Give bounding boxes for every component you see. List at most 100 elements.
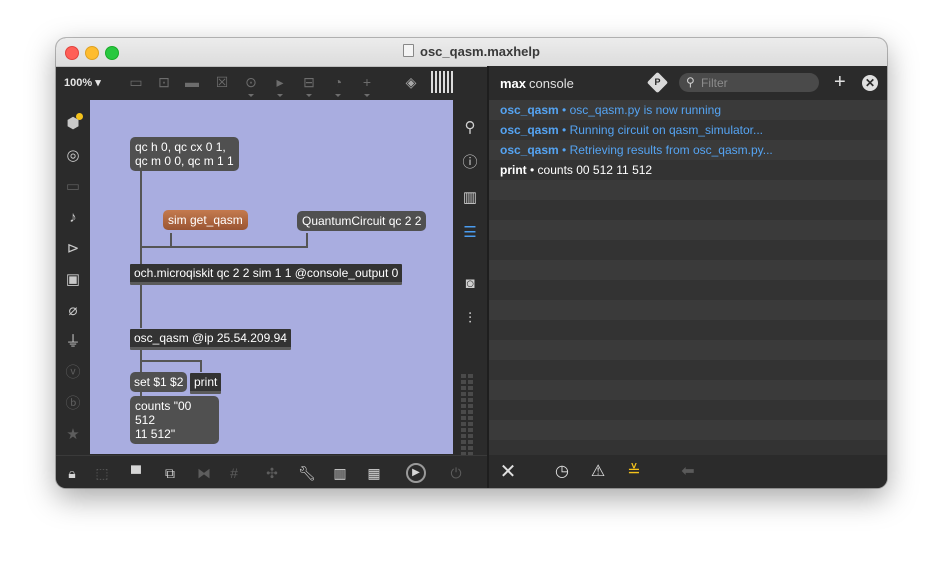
patch-cord [150,246,308,248]
button-icon[interactable]: ☒ [214,74,230,90]
snap-grid-icon[interactable]: # [226,465,242,481]
presentation-icon[interactable]: ▀ [128,465,144,481]
counts-message-line: 11 512" [135,427,176,441]
wrench-icon[interactable]: 🔧︎ [298,465,316,481]
stack-icon[interactable]: ≚ [625,463,643,481]
empty-row [489,280,887,300]
keyboard-icon[interactable]: ▦ [366,465,382,481]
osc-qasm-object[interactable]: osc_qasm @ip 25.54.209.94 [130,329,291,350]
counts-message-box[interactable]: counts "00 512 11 512" [130,396,219,444]
patch-cord [306,233,308,248]
info-icon[interactable]: ⓘ [461,154,479,172]
patcher-canvas[interactable]: qc h 0, qc cx 0 1, qc m 0 0, qc m 1 1 si… [90,100,453,454]
close-icon[interactable]: ✕ [862,75,878,91]
grid-icon[interactable] [431,71,453,93]
counts-message-line: counts "00 512 [135,399,192,427]
microqiskit-object[interactable]: och.microqiskit qc 2 2 sim 1 1 @console_… [130,264,403,285]
media-icon[interactable]: ⊳ [64,240,82,258]
filter-field[interactable]: ⚲ [679,73,819,92]
console-line[interactable]: osc_qasm • osc_qasm.py is now running [489,100,887,120]
music-note-icon[interactable]: ♪ [64,209,82,227]
console-messages: osc_qasm • osc_qasm.py is now running os… [489,100,887,455]
layout-icon[interactable]: ⧓ [196,465,212,481]
empty-row [489,420,887,440]
toggle-icon[interactable]: ⊙ [243,74,259,97]
sim-get-qasm-message[interactable]: sim get_qasm [163,210,248,230]
warning-icon[interactable]: ⚠ [589,463,607,481]
audio-icon[interactable]: ▶ [406,463,426,483]
dial-icon[interactable]: ◔ [330,74,346,97]
set-message[interactable]: set $1 $2 [130,372,188,392]
window-title: osc_qasm.maxhelp [56,44,887,59]
patch-cord [140,171,142,266]
empty-row [489,400,887,420]
zoom-menu[interactable]: 100% ▾ [64,76,101,89]
paperclip-icon[interactable]: ⌀ [64,302,82,320]
print-object[interactable]: print [190,373,222,394]
empty-row [489,260,887,280]
b-icon[interactable]: ⓑ [64,395,82,413]
document-icon [403,44,415,57]
new-view-icon[interactable]: ⧉ [162,465,178,481]
empty-row [489,320,887,340]
plus-icon[interactable]: + [359,74,375,97]
power-icon[interactable]: ⏻ [448,465,464,481]
search-icon: ⚲ [686,75,695,89]
patch-cord [140,284,142,328]
console-line[interactable]: osc_qasm • Running circuit on qasm_simul… [489,120,887,140]
empty-row [489,220,887,240]
edit-icon[interactable]: ⬚ [94,465,110,481]
qc-message-box[interactable]: qc h 0, qc cx 0 1, qc m 0 0, qc m 1 1 [130,137,239,171]
empty-row [489,360,887,380]
patcher-bottom-toolbar: 🔒︎ ⬚ ▀ ⧉ ⧓ # ✣ 🔧︎ ▥ ▦ ▶ ⏻ [56,455,487,488]
max-console: maxconsole P ⚲ + ✕ osc_qasm • osc_qasm.p… [489,66,887,488]
empty-row [489,200,887,220]
right-sidebar: ⚲ ⓘ ▥ ☰ ◙ ⫶ [453,99,487,484]
empty-row [489,380,887,400]
add-icon[interactable]: + [834,71,846,93]
paint-bucket-icon[interactable]: ◈ [403,74,419,90]
title-bar: osc_qasm.maxhelp [56,38,887,67]
comment-icon[interactable]: ⊡ [156,74,172,90]
console-title: max console [500,76,574,91]
console-header: maxconsole P ⚲ + ✕ [489,66,887,100]
presentation-icon[interactable]: ▭ [128,74,144,90]
filter-input[interactable] [701,75,811,90]
console-line[interactable]: print • counts 00 512 11 512 [489,160,887,180]
empty-row [489,340,887,360]
target-icon[interactable]: ◎ [64,147,82,165]
star-icon[interactable]: ★ [64,426,82,444]
left-sidebar: ⬢ ◎ ▭ ♪ ⊳ ▣ ⌀ ⏚ ⓥ ⓑ ★ [56,99,89,455]
empty-row [489,300,887,320]
debug-icon[interactable]: ✣ [264,465,280,481]
patch-cord [142,360,202,362]
clear-icon[interactable]: ✕ [499,462,517,482]
empty-row [489,240,887,260]
snapshot-icon[interactable]: ◙ [461,275,479,293]
qc-message-line: qc m 0 0, qc m 1 1 [135,154,234,168]
message-icon[interactable]: ▬ [184,74,200,90]
piano-icon[interactable]: ▥ [332,465,348,481]
number-icon[interactable]: ▸ [272,74,288,97]
plug-icon[interactable]: ⏚ [64,333,82,351]
packages-icon[interactable]: ⬢ [64,113,83,133]
lock-icon[interactable]: 🔒︎ [64,465,80,481]
console-line[interactable]: osc_qasm • Retrieving results from osc_q… [489,140,887,160]
patch-cord [200,360,202,372]
reference-icon[interactable]: ▥ [461,189,479,207]
mixer-icon[interactable]: ⫶ [461,310,479,328]
quantum-circuit-message[interactable]: QuantumCircuit qc 2 2 [297,211,427,231]
v-icon[interactable]: ⓥ [64,364,82,382]
empty-row [489,180,887,200]
device-icon[interactable]: ▭ [64,178,82,196]
slider-icon[interactable]: ⊟ [301,74,317,97]
clock-icon[interactable]: ◷ [553,463,571,481]
search-icon[interactable]: ⚲ [461,119,479,137]
list-icon[interactable]: ☰ [461,224,479,242]
image-icon[interactable]: ▣ [64,271,82,289]
patcher-toolbar: 100% ▾ ▭ ⊡ ▬ ☒ ⊙ ▸ ⊟ ◔ + ◈ [56,67,487,99]
project-icon[interactable]: P [646,71,669,94]
empty-row [489,440,887,455]
qc-message-line: qc h 0, qc cx 0 1, [135,140,226,154]
back-arrow-icon[interactable]: ⬅ [679,463,697,481]
